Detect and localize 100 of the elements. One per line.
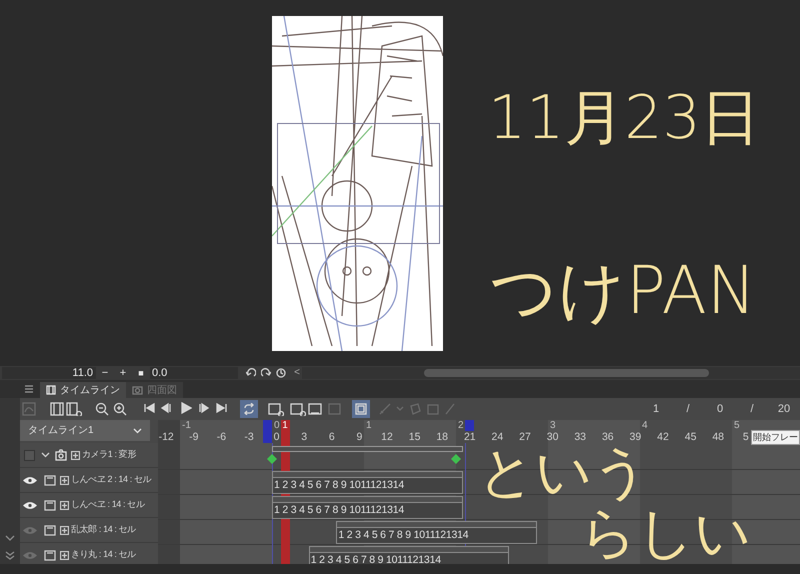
cel-layer-icon <box>44 549 56 561</box>
cel-numbers: 1 2 3 4 5 6 7 8 9 1011121314 <box>273 478 406 492</box>
chevron-down-icon[interactable] <box>41 452 50 458</box>
cel-view-toggle[interactable] <box>352 400 370 418</box>
undo-icon[interactable] <box>246 368 256 378</box>
zoom-out-button[interactable]: − <box>96 367 114 379</box>
eye-icon[interactable] <box>23 500 37 510</box>
cel-range-bar[interactable] <box>310 547 508 553</box>
timeline-icon <box>46 385 56 395</box>
current-frame-label: 1 <box>282 420 288 431</box>
loop-toggle[interactable] <box>240 400 258 418</box>
first-frame-icon[interactable] <box>143 402 155 416</box>
cel-track[interactable]: 1 2 3 4 5 6 7 8 9 1011121314 <box>308 546 509 564</box>
layer-name[interactable]: カメラ1 : 変形 <box>82 448 136 462</box>
layer-checkbox[interactable] <box>24 450 35 460</box>
frame-label: 5 <box>742 431 749 443</box>
second-label: 1 <box>366 420 372 431</box>
camera-icon <box>132 385 143 395</box>
expand-box-icon[interactable] <box>60 476 69 484</box>
frame-label: -9 <box>189 431 198 443</box>
cel-track[interactable]: 1 2 3 4 5 6 7 8 9 1011121314 <box>272 471 463 494</box>
handwritten-note: 11月23日 <box>488 88 761 148</box>
cel-numbers: 1 2 3 4 5 6 7 8 9 1011121314 <box>273 503 406 517</box>
caret-icon <box>133 428 142 434</box>
layer-name[interactable]: きり丸 : 14 : セル <box>71 548 136 562</box>
zoom-out-icon[interactable] <box>95 402 109 416</box>
frame-label: 3 <box>301 431 308 443</box>
cel-track[interactable]: 1 2 3 4 5 6 7 8 9 1011121314 <box>272 496 463 519</box>
cel-range-bar[interactable] <box>273 472 462 478</box>
frame-label: 33 <box>574 431 586 443</box>
rotate-field[interactable]: 0.0 <box>150 367 238 379</box>
layer-name[interactable]: 乱太郎 : 14 : セル <box>71 523 136 537</box>
cel-layer-icon <box>44 524 56 536</box>
range-end-marker[interactable] <box>465 420 474 431</box>
previous-frame-icon[interactable] <box>160 402 172 416</box>
frame-label: 39 <box>630 431 642 443</box>
frame-label: 27 <box>519 431 531 443</box>
expand-box-icon[interactable] <box>60 526 69 534</box>
cel-link-icon[interactable] <box>308 402 324 416</box>
camera-icon <box>55 449 67 461</box>
cel-numbers: 1 2 3 4 5 6 7 8 9 1011121314 <box>337 528 470 542</box>
new-layer-add-icon[interactable] <box>66 402 82 416</box>
zoom-in-icon[interactable] <box>113 402 127 416</box>
play-icon[interactable] <box>180 402 192 416</box>
frame-label: 42 <box>657 431 669 443</box>
frame-label: 30 <box>546 431 558 443</box>
handwritten-note: らしい <box>580 506 751 562</box>
expand-box-icon[interactable] <box>60 550 69 560</box>
second-label: 3 <box>550 420 556 431</box>
frame-label: -12 <box>158 431 174 443</box>
cel-range-bar[interactable] <box>273 497 462 503</box>
frame-readout: 20 <box>776 402 792 417</box>
frame-label: 21 <box>464 431 476 443</box>
camera-track-bar[interactable] <box>272 446 463 452</box>
zoom-field[interactable]: 11.0 <box>2 367 96 379</box>
next-frame-icon[interactable] <box>198 402 210 416</box>
cel-layer-icon <box>44 474 56 486</box>
new-layer-icon[interactable] <box>50 402 64 416</box>
frame-label: -3 <box>244 431 254 443</box>
frame-label: 0 <box>274 431 280 443</box>
frame-readout: / <box>685 402 691 417</box>
scrollbar-thumb[interactable] <box>424 369 709 377</box>
redo-icon[interactable] <box>261 368 271 378</box>
expand-box-icon[interactable] <box>71 450 80 460</box>
keyframe-diamond[interactable] <box>267 454 277 464</box>
frame-label: 24 <box>492 431 504 443</box>
double-chevron-down-icon[interactable] <box>5 551 15 560</box>
collapse-button[interactable]: < <box>292 367 302 379</box>
handwritten-note: つけPAN <box>490 258 756 324</box>
frame-label: 9 <box>356 431 362 443</box>
frame-icon <box>355 403 367 415</box>
zoom-in-button[interactable]: + <box>114 367 132 379</box>
frame-label: 36 <box>602 431 614 443</box>
last-frame-icon[interactable] <box>216 402 228 416</box>
frame-readout: 1 <box>652 402 660 417</box>
keyframe-diamond[interactable] <box>451 454 461 464</box>
menu-icon[interactable] <box>24 384 34 394</box>
second-label: 4 <box>642 420 648 431</box>
eye-icon[interactable] <box>23 476 37 484</box>
frame-label: 12 <box>381 431 393 443</box>
second-label: 0 <box>274 420 280 431</box>
layer-name[interactable]: しんべヱ 2 : 14 : セル <box>71 473 152 487</box>
frame-label: 45 <box>684 431 696 443</box>
second-label: 2 <box>458 420 464 431</box>
timeline-dropdown[interactable]: タイムライン1 <box>20 420 150 441</box>
new-frame-icon[interactable] <box>290 402 306 416</box>
cel-track[interactable]: 1 2 3 4 5 6 7 8 9 1011121314 <box>336 521 537 544</box>
second-label: -1 <box>182 420 191 431</box>
expand-box-icon[interactable] <box>60 500 69 510</box>
cel-range-bar[interactable] <box>337 522 536 528</box>
cel-layer-icon <box>44 499 56 511</box>
frame-label: -6 <box>216 431 226 443</box>
frame-label: 48 <box>712 431 724 443</box>
fit-button[interactable]: ■ <box>132 367 150 379</box>
layer-name[interactable]: しんべヱ : 14 : セル <box>71 498 144 512</box>
new-cel-icon[interactable] <box>268 402 284 416</box>
cel-numbers: 1 2 3 4 5 6 7 8 9 1011121314 <box>310 553 442 564</box>
chevron-down-icon[interactable] <box>5 535 15 541</box>
frame-label: 6 <box>328 431 335 443</box>
panel-tab[interactable]: タイムライン <box>40 382 126 398</box>
